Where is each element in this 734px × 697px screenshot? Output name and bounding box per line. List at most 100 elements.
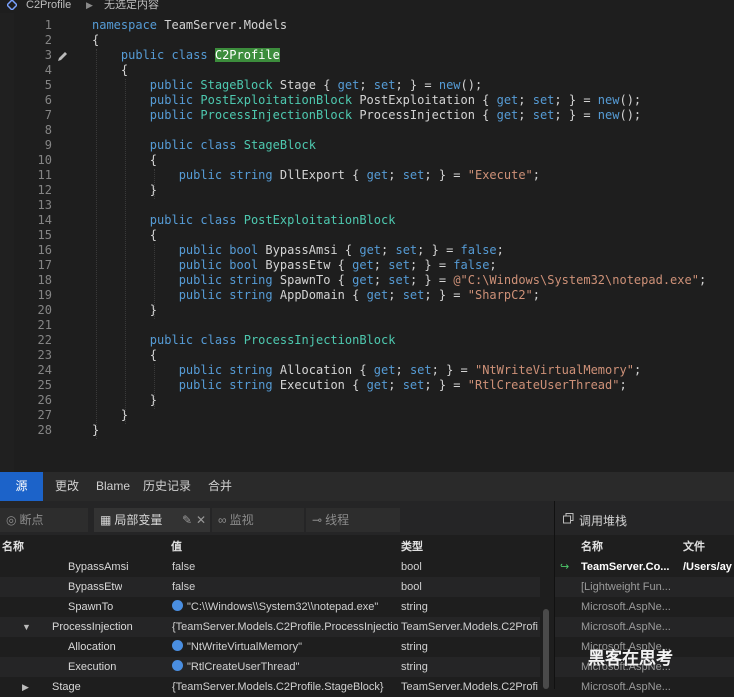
code-token: false bbox=[460, 243, 497, 257]
code-line[interactable]: public string SpawnTo { get; set; } = @"… bbox=[92, 273, 706, 288]
tab-threads[interactable]: ⊸ 线程 bbox=[306, 508, 400, 532]
code-line[interactable]: { bbox=[92, 348, 157, 363]
tab-changes[interactable]: 更改 bbox=[45, 472, 89, 501]
code-line[interactable]: public string Allocation { get; set; } =… bbox=[92, 363, 641, 378]
chevron-right-icon[interactable]: ▶ bbox=[22, 677, 29, 697]
variable-value[interactable]: {TeamServer.Models.C2Profile.StageBlock} bbox=[172, 677, 398, 697]
code-token: ; bbox=[381, 243, 396, 257]
visualizer-icon[interactable] bbox=[172, 600, 183, 611]
code-line[interactable]: public bool BypassEtw { get; set; } = fa… bbox=[92, 258, 497, 273]
variable-value[interactable]: {TeamServer.Models.C2Profile.ProcessInje… bbox=[172, 617, 398, 637]
code-token: ; bbox=[388, 378, 403, 392]
code-editor[interactable]: 1 namespace TeamServer.Models 2 {3 public c… bbox=[0, 13, 734, 472]
column-stack-name[interactable]: 名称 bbox=[581, 535, 603, 559]
code-line[interactable]: public class StageBlock bbox=[92, 138, 316, 153]
code-token: C2Profile bbox=[214, 48, 280, 62]
glasses-icon: ∞ bbox=[218, 513, 227, 527]
code-line[interactable]: public bool BypassAmsi { get; set; } = f… bbox=[92, 243, 504, 258]
tab-merge[interactable]: 合并 bbox=[199, 472, 241, 501]
scrollbar[interactable] bbox=[543, 609, 549, 689]
chevron-down-icon[interactable]: ▼ bbox=[22, 617, 31, 637]
code-line[interactable]: } bbox=[92, 408, 128, 423]
stack-frame[interactable]: [Lightweight Fun... bbox=[555, 577, 734, 597]
code-line[interactable]: { bbox=[92, 228, 157, 243]
code-token: ; bbox=[518, 93, 533, 107]
code-line[interactable]: public class ProcessInjectionBlock bbox=[92, 333, 396, 348]
column-file[interactable]: 文件 bbox=[683, 535, 705, 559]
code-line[interactable]: } bbox=[92, 303, 157, 318]
code-line[interactable]: public PostExploitationBlock PostExploit… bbox=[92, 93, 641, 108]
table-row[interactable]: Allocation "NtWriteVirtualMemory" string bbox=[0, 637, 540, 657]
tab-watch[interactable]: ∞ 监视 bbox=[212, 508, 304, 532]
visualizer-icon[interactable] bbox=[172, 640, 183, 651]
table-row[interactable]: SpawnTo "C:\\Windows\\System32\\notepad.e… bbox=[0, 597, 540, 617]
code-line[interactable]: } bbox=[92, 423, 99, 438]
breadcrumb: C2Profile ▶ 无选定内容 bbox=[0, 0, 734, 13]
stack-frame[interactable]: Microsoft.AspNe... bbox=[555, 597, 734, 617]
code-token: ProcessInjectionBlock bbox=[200, 108, 353, 122]
code-token: public bbox=[178, 258, 230, 272]
tab-blame[interactable]: Blame bbox=[90, 472, 136, 501]
tab-threads-label: 线程 bbox=[325, 513, 350, 527]
tab-source[interactable]: 源 bbox=[0, 472, 43, 501]
variable-value[interactable]: false bbox=[172, 577, 398, 597]
variable-value[interactable]: "NtWriteVirtualMemory" bbox=[172, 637, 398, 657]
code-line[interactable]: { bbox=[92, 153, 157, 168]
variable-value[interactable]: "C:\\Windows\\System32\\notepad.exe" bbox=[172, 597, 398, 617]
code-token: ; bbox=[532, 168, 541, 182]
code-line[interactable]: public StageBlock Stage { get; set; } = … bbox=[92, 78, 482, 93]
code-token: TeamServer.Models bbox=[164, 18, 288, 32]
code-token: } bbox=[92, 393, 158, 407]
visualizer-icon[interactable] bbox=[172, 660, 183, 671]
variable-value[interactable]: "RtlCreateUserThread" bbox=[172, 657, 398, 677]
call-stack-title[interactable]: 调用堆栈 bbox=[579, 512, 627, 529]
tab-history[interactable]: 历史记录 bbox=[139, 472, 195, 501]
stack-frame[interactable]: Microsoft.AspNe... bbox=[555, 617, 734, 637]
current-frame-icon: ↪ bbox=[560, 561, 570, 573]
tab-locals[interactable]: ▦ 局部变量 ✎ ✕ bbox=[94, 508, 210, 532]
tab-breakpoints[interactable]: ◎ 断点 bbox=[0, 508, 88, 532]
column-value[interactable]: 值 bbox=[171, 535, 182, 559]
code-token: get bbox=[496, 108, 519, 122]
code-line[interactable]: public class PostExploitationBlock bbox=[92, 213, 396, 228]
code-line[interactable]: public string Execution { get; set; } = … bbox=[92, 378, 627, 393]
threads-icon: ⊸ bbox=[312, 513, 323, 527]
close-icon[interactable]: ✕ bbox=[196, 508, 206, 532]
table-row[interactable]: ▶ Stage {TeamServer.Models.C2Profile.Stage… bbox=[0, 677, 540, 697]
code-token: set bbox=[532, 93, 555, 107]
line-number: 19 bbox=[37, 288, 52, 302]
table-row[interactable]: Execution "RtlCreateUserThread" string bbox=[0, 657, 540, 677]
stack-frame[interactable]: Microsoft.AspNe... bbox=[555, 677, 734, 697]
code-line[interactable]: public class C2Profile bbox=[92, 48, 280, 63]
variable-value[interactable]: false bbox=[172, 557, 398, 577]
table-row[interactable]: ▼ ProcessInjection {TeamServer.Models.C2Pr… bbox=[0, 617, 540, 637]
column-type[interactable]: 类型 bbox=[401, 535, 423, 559]
table-row[interactable]: BypassEtw false bool bbox=[0, 577, 540, 597]
breadcrumb-file[interactable]: C2Profile bbox=[26, 0, 71, 11]
code-line[interactable]: } bbox=[92, 183, 157, 198]
code-line[interactable]: { bbox=[92, 63, 128, 78]
code-token: public bbox=[178, 378, 230, 392]
code-token: string bbox=[229, 363, 273, 377]
stack-frame[interactable]: ↪ TeamServer.Co... /Users/ay bbox=[555, 557, 734, 577]
breadcrumb-selection[interactable]: 无选定内容 bbox=[104, 0, 159, 11]
code-line[interactable]: public ProcessInjectionBlock ProcessInje… bbox=[92, 108, 641, 123]
code-line[interactable]: public string AppDomain { get; set; } = … bbox=[92, 288, 540, 303]
code-token: { bbox=[92, 228, 158, 242]
code-token: { bbox=[92, 33, 100, 47]
code-line[interactable]: } bbox=[92, 393, 157, 408]
pin-icon[interactable]: ✎ bbox=[182, 508, 192, 532]
code-token: set bbox=[402, 378, 425, 392]
code-token: set bbox=[373, 78, 396, 92]
code-line[interactable]: public string DllExport { get; set; } = … bbox=[92, 168, 540, 183]
code-line[interactable]: namespace TeamServer.Models bbox=[92, 18, 287, 33]
code-token: get bbox=[359, 243, 382, 257]
column-name[interactable]: 名称 bbox=[2, 535, 24, 559]
code-line[interactable]: { bbox=[92, 33, 99, 48]
table-row[interactable]: BypassAmsi false bool bbox=[0, 557, 540, 577]
